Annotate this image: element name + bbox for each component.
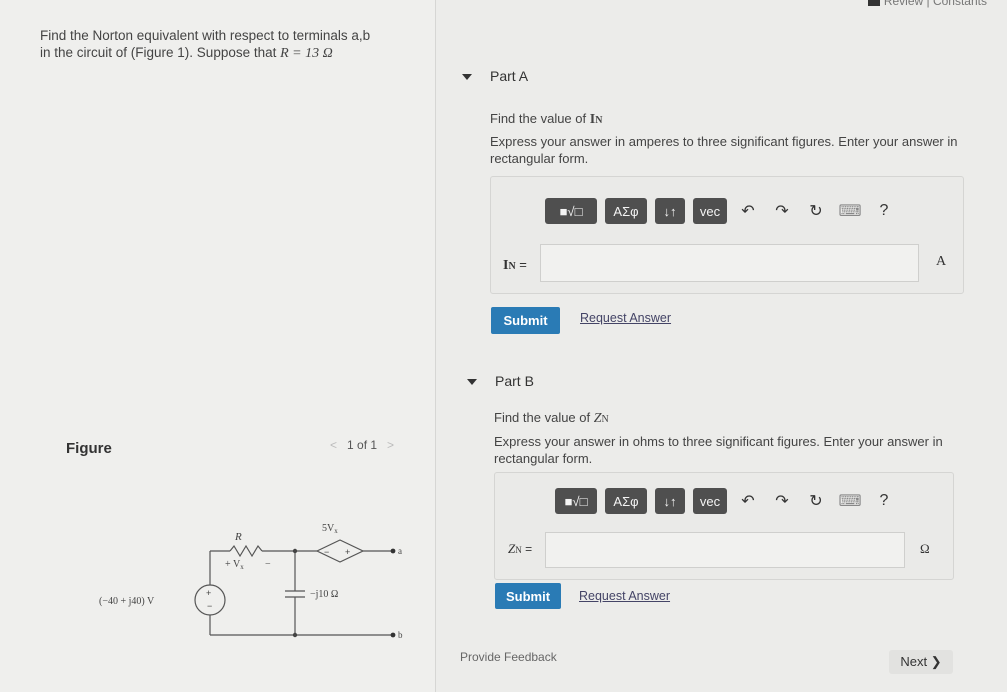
part-a-answer-input[interactable] xyxy=(540,244,919,282)
provide-feedback-link[interactable]: Provide Feedback xyxy=(460,650,557,664)
part-a-submit-button[interactable]: Submit xyxy=(491,307,560,334)
templates-button[interactable]: ■√□ xyxy=(545,198,597,224)
terminal-b-label: b xyxy=(398,630,403,640)
part-b-unit: Ω xyxy=(920,541,930,556)
reset-icon[interactable]: ↻ xyxy=(803,198,829,224)
dep-source-plus: + xyxy=(345,547,350,557)
vx-label: + Vx xyxy=(225,559,244,571)
next-button[interactable]: Next ❯ xyxy=(889,650,953,674)
greek-symbols-button[interactable]: ΑΣφ xyxy=(605,198,647,224)
subscript-button[interactable]: ↓↑ xyxy=(655,488,685,514)
help-icon[interactable]: ? xyxy=(871,198,897,224)
part-a-header[interactable]: Part A xyxy=(462,68,528,84)
figure-page-count: 1 of 1 xyxy=(347,438,378,452)
part-b-question: Find the value of ZN xyxy=(494,410,609,426)
capacitor-label: −j10 Ω xyxy=(310,589,338,600)
vec-button[interactable]: vec xyxy=(693,198,727,224)
vx-minus: − xyxy=(265,559,271,570)
part-b-request-answer-link[interactable]: Request Answer xyxy=(579,589,670,603)
part-b-header[interactable]: Part B xyxy=(467,373,534,389)
problem-statement: Find the Norton equivalent with respect … xyxy=(40,27,400,62)
redo-icon[interactable]: ↷ xyxy=(769,198,795,224)
part-b-instructions: Express your answer in ohms to three sig… xyxy=(494,434,943,466)
panel-divider xyxy=(435,0,436,692)
collapse-caret-icon xyxy=(467,379,477,386)
part-a-instructions: Express your answer in amperes to three … xyxy=(490,134,958,166)
keyboard-icon[interactable]: ⌨ xyxy=(837,198,863,224)
part-a-question: Find the value of IN xyxy=(490,111,603,127)
part-a-toolbar: ■√□ ΑΣφ ↓↑ vec ↶ ↷ ↻ ⌨ ? xyxy=(545,198,897,224)
next-figure-button[interactable]: > xyxy=(387,438,394,452)
review-icon xyxy=(867,0,880,6)
templates-button[interactable]: ■√□ xyxy=(555,488,597,514)
collapse-caret-icon xyxy=(462,74,472,81)
keyboard-icon[interactable]: ⌨ xyxy=(837,488,863,514)
source-minus: − xyxy=(207,601,212,611)
part-b-submit-button[interactable]: Submit xyxy=(495,583,561,609)
vec-button[interactable]: vec xyxy=(693,488,727,514)
dep-source-minus: − xyxy=(324,547,329,557)
undo-icon[interactable]: ↶ xyxy=(735,488,761,514)
part-a-unit: A xyxy=(936,254,947,269)
review-constants-link[interactable]: Review | Constants xyxy=(867,0,987,8)
help-icon[interactable]: ? xyxy=(871,488,897,514)
part-a-request-answer-link[interactable]: Request Answer xyxy=(580,311,671,325)
dep-source-label: 5Vx xyxy=(322,523,338,535)
figure-pager: <1 of 1 > xyxy=(320,438,404,452)
circuit-diagram: R 5Vx − + + Vx − + − (−40 + j40) V −j10 … xyxy=(99,523,403,640)
redo-icon[interactable]: ↷ xyxy=(769,488,795,514)
problem-line-1: Find the Norton equivalent with respect … xyxy=(40,28,371,43)
undo-icon[interactable]: ↶ xyxy=(735,198,761,224)
figure-label: Figure xyxy=(66,440,112,457)
source-plus: + xyxy=(206,588,211,598)
part-b-variable-label: ZN = xyxy=(508,541,533,556)
terminal-a-label: a xyxy=(398,546,402,556)
prev-figure-button[interactable]: < xyxy=(330,438,337,452)
reset-icon[interactable]: ↻ xyxy=(803,488,829,514)
source-label: (−40 + j40) V xyxy=(99,596,155,607)
subscript-button[interactable]: ↓↑ xyxy=(655,198,685,224)
problem-line-2: in the circuit of (Figure 1). Suppose th… xyxy=(40,45,333,61)
part-b-toolbar: ■√□ ΑΣφ ↓↑ vec ↶ ↷ ↻ ⌨ ? xyxy=(555,488,897,514)
part-b-answer-input[interactable] xyxy=(545,532,905,568)
part-a-variable-label: IN = xyxy=(503,257,527,273)
resistor-label: R xyxy=(234,531,242,543)
greek-symbols-button[interactable]: ΑΣφ xyxy=(605,488,647,514)
